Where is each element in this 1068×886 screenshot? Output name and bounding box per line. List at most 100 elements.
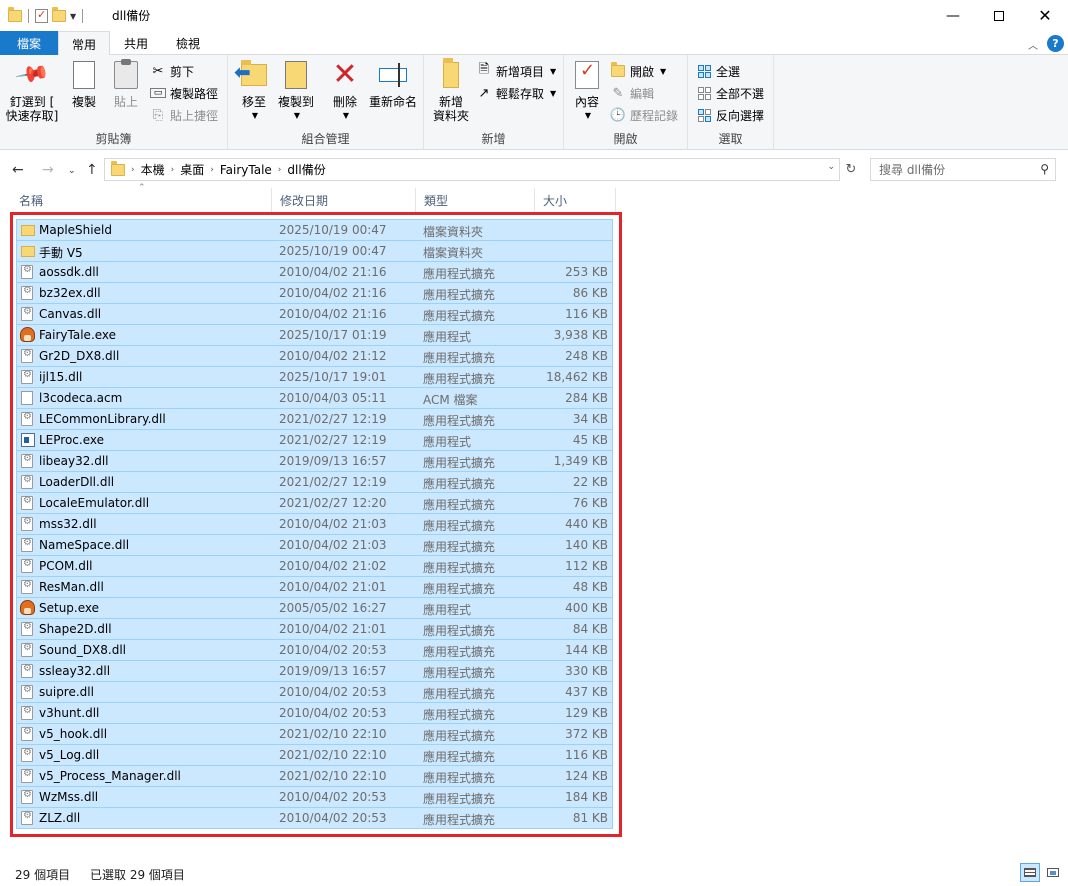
close-button[interactable]: ✕ bbox=[1022, 0, 1068, 31]
paste-shortcut-button[interactable]: ⎘ 貼上捷徑 bbox=[150, 105, 218, 125]
maximize-button[interactable] bbox=[976, 0, 1022, 31]
file-row[interactable]: Setup.exe 2005/05/02 16:27 應用程式 400 KB bbox=[16, 598, 613, 619]
file-row[interactable]: WzMss.dll 2010/04/02 20:53 應用程式擴充 184 KB bbox=[16, 787, 613, 808]
file-row[interactable]: v5_hook.dll 2021/02/10 22:10 應用程式擴充 372 KB bbox=[16, 724, 613, 745]
breadcrumb-chevron-icon[interactable]: › bbox=[131, 165, 135, 175]
select-all-button[interactable]: 全選 bbox=[696, 61, 740, 81]
search-box[interactable]: 搜尋 dll備份 ⚲ bbox=[870, 158, 1056, 181]
file-row[interactable]: v5_Log.dll 2021/02/10 22:10 應用程式擴充 116 KB bbox=[16, 745, 613, 766]
copy-path-button[interactable]: ▭ 複製路徑 bbox=[150, 83, 218, 103]
new-folder-button[interactable]: 新增 資料夾 bbox=[430, 58, 472, 123]
large-icons-view-button[interactable] bbox=[1043, 863, 1063, 882]
copy-button[interactable]: 複製 bbox=[64, 59, 104, 109]
cut-button[interactable]: ✂ 剪下 bbox=[150, 61, 194, 81]
file-type: 應用程式擴充 bbox=[423, 477, 496, 491]
up-arrow-icon[interactable]: ↑ bbox=[86, 162, 98, 178]
column-type-label: 類型 bbox=[424, 193, 449, 208]
file-row[interactable]: v5_Process_Manager.dll 2021/02/10 22:10 應用… bbox=[16, 766, 613, 787]
help-icon[interactable]: ? bbox=[1047, 35, 1064, 52]
select-none-button[interactable]: 全部不選 bbox=[696, 83, 764, 103]
breadcrumb-this-pc[interactable]: 本機 bbox=[141, 161, 165, 178]
tab-file[interactable]: 檔案 bbox=[0, 31, 58, 55]
acm-file-icon bbox=[21, 391, 33, 405]
open-group-label: 開啟 bbox=[613, 132, 638, 146]
file-row[interactable]: LECommonLibrary.dll 2021/02/27 12:19 應用程式擴… bbox=[16, 409, 613, 430]
file-row[interactable]: ResMan.dll 2010/04/02 21:01 應用程式擴充 48 KB bbox=[16, 577, 613, 598]
history-button[interactable]: 🕒 歷程記錄 bbox=[610, 105, 678, 125]
move-to-button[interactable]: ⬅ 移至 ▼ bbox=[234, 59, 272, 123]
file-row[interactable]: suipre.dll 2010/04/02 20:53 應用程式擴充 437 KB bbox=[16, 682, 613, 703]
new-item-button[interactable]: 🗎 新增項目 ▼ bbox=[476, 61, 556, 81]
forward-arrow-icon[interactable]: → bbox=[42, 162, 54, 178]
file-list[interactable]: MapleShield 2025/10/19 00:47 檔案資料夾 手動 V5 202… bbox=[16, 219, 613, 829]
file-row[interactable]: ssleay32.dll 2019/09/13 16:57 應用程式擴充 330 KB bbox=[16, 661, 613, 682]
file-row[interactable]: aossdk.dll 2010/04/02 21:16 應用程式擴充 253 KB bbox=[16, 262, 613, 283]
file-type: 應用程式擴充 bbox=[423, 267, 496, 281]
file-row[interactable]: libeay32.dll 2019/09/13 16:57 應用程式擴充 1,349 … bbox=[16, 451, 613, 472]
file-row[interactable]: LoaderDll.dll 2021/02/27 12:19 應用程式擴充 22 KB bbox=[16, 472, 613, 493]
file-date: 2025/10/19 00:47 bbox=[279, 244, 387, 258]
close-icon: ✕ bbox=[1038, 6, 1052, 25]
column-header-type[interactable]: 類型 bbox=[417, 188, 535, 212]
file-row[interactable]: Gr2D_DX8.dll 2010/04/02 21:12 應用程式擴充 248 KB bbox=[16, 346, 613, 367]
column-header-date[interactable]: 修改日期 bbox=[273, 188, 416, 212]
address-bar[interactable]: › 本機 › 桌面 › FairyTale › dll備份 ⌄ bbox=[104, 158, 840, 181]
easy-access-button[interactable]: ↗ 輕鬆存取 ▼ bbox=[476, 83, 557, 103]
dll-file-icon bbox=[21, 411, 33, 426]
breadcrumb-chevron-icon[interactable]: › bbox=[171, 165, 175, 175]
file-row[interactable]: MapleShield 2025/10/19 00:47 檔案資料夾 bbox=[16, 219, 613, 241]
file-row[interactable]: Sound_DX8.dll 2010/04/02 20:53 應用程式擴充 144 K… bbox=[16, 640, 613, 661]
invert-selection-button[interactable]: 反向選擇 bbox=[696, 105, 764, 125]
minimize-button[interactable]: — bbox=[930, 0, 976, 31]
edit-button[interactable]: ✎ 編輯 bbox=[610, 83, 654, 103]
new-folder-icon[interactable] bbox=[52, 7, 66, 22]
file-name: bz32ex.dll bbox=[39, 286, 101, 300]
breadcrumb-chevron-icon[interactable]: › bbox=[210, 165, 214, 175]
properties-button[interactable]: 內容 ▼ bbox=[570, 59, 604, 123]
address-history-dropdown-icon[interactable]: ⌄ bbox=[827, 162, 835, 172]
details-view-button[interactable] bbox=[1020, 863, 1040, 882]
open-label: 開啟 bbox=[630, 64, 655, 79]
qat-customize-dropdown-icon[interactable]: ▼ bbox=[70, 12, 76, 21]
breadcrumb-fairytale[interactable]: FairyTale bbox=[220, 163, 272, 177]
breadcrumb-desktop[interactable]: 桌面 bbox=[180, 161, 204, 178]
tab-view[interactable]: 檢視 bbox=[164, 31, 212, 55]
file-row[interactable]: 手動 V5 2025/10/19 00:47 檔案資料夾 bbox=[16, 241, 613, 262]
back-arrow-icon[interactable]: ← bbox=[12, 162, 24, 178]
breadcrumb-chevron-icon[interactable]: › bbox=[278, 165, 282, 175]
file-row[interactable]: mss32.dll 2010/04/02 21:03 應用程式擴充 440 KB bbox=[16, 514, 613, 535]
properties-icon[interactable] bbox=[35, 8, 48, 23]
rename-button[interactable]: 重新命名 bbox=[366, 59, 420, 109]
file-row[interactable]: LocaleEmulator.dll 2021/02/27 12:20 應用程式擴充… bbox=[16, 493, 613, 514]
file-row[interactable]: ijl15.dll 2025/10/17 19:01 應用程式擴充 18,462 KB bbox=[16, 367, 613, 388]
file-row[interactable]: Shape2D.dll 2010/04/02 21:01 應用程式擴充 84 KB bbox=[16, 619, 613, 640]
paste-button[interactable]: 貼上 bbox=[106, 59, 146, 109]
maximize-icon bbox=[994, 10, 1004, 21]
column-header-name[interactable]: 名稱 bbox=[14, 188, 272, 212]
file-row[interactable]: Canvas.dll 2010/04/02 21:16 應用程式擴充 116 KB bbox=[16, 304, 613, 325]
ribbon-collapse-icon[interactable]: ︿ bbox=[1028, 37, 1038, 52]
refresh-icon[interactable]: ↻ bbox=[842, 158, 860, 181]
file-row[interactable]: v3hunt.dll 2010/04/02 20:53 應用程式擴充 129 KB bbox=[16, 703, 613, 724]
file-row[interactable]: FairyTale.exe 2025/10/17 01:19 應用程式 3,938 K… bbox=[16, 325, 613, 346]
open-button[interactable]: 開啟 ▼ bbox=[610, 61, 666, 81]
copy-to-button[interactable]: 複製到 ▼ bbox=[274, 59, 318, 123]
dll-file-icon bbox=[21, 663, 33, 678]
pin-quick-access-button[interactable]: 📌 釘選到 [ 快速存取] bbox=[4, 56, 60, 123]
copy-icon bbox=[68, 61, 95, 96]
tab-share[interactable]: 共用 bbox=[112, 31, 160, 55]
file-row[interactable]: bz32ex.dll 2010/04/02 21:16 應用程式擴充 86 KB bbox=[16, 283, 613, 304]
tab-home[interactable]: 常用 bbox=[58, 31, 110, 56]
file-row[interactable]: l3codeca.acm 2010/04/03 05:11 ACM 檔案 284 KB bbox=[16, 388, 613, 409]
recent-locations-chevron-icon[interactable]: ⌄ bbox=[68, 166, 76, 176]
file-type: 應用程式擴充 bbox=[423, 624, 496, 638]
column-header-size[interactable]: 大小 bbox=[536, 188, 616, 212]
file-row[interactable]: ZLZ.dll 2010/04/02 20:53 應用程式擴充 81 KB bbox=[16, 808, 613, 829]
file-row[interactable]: PCOM.dll 2010/04/02 21:02 應用程式擴充 112 KB bbox=[16, 556, 613, 577]
file-row[interactable]: LEProc.exe 2021/02/27 12:19 應用程式 45 KB bbox=[16, 430, 613, 451]
delete-button[interactable]: ✕ 刪除 ▼ bbox=[326, 59, 364, 123]
file-type: 應用程式擴充 bbox=[423, 645, 496, 659]
breadcrumb-current-folder[interactable]: dll備份 bbox=[287, 161, 325, 178]
file-row[interactable]: NameSpace.dll 2010/04/02 21:03 應用程式擴充 140 K… bbox=[16, 535, 613, 556]
status-item-count: 29 個項目 bbox=[15, 868, 71, 882]
